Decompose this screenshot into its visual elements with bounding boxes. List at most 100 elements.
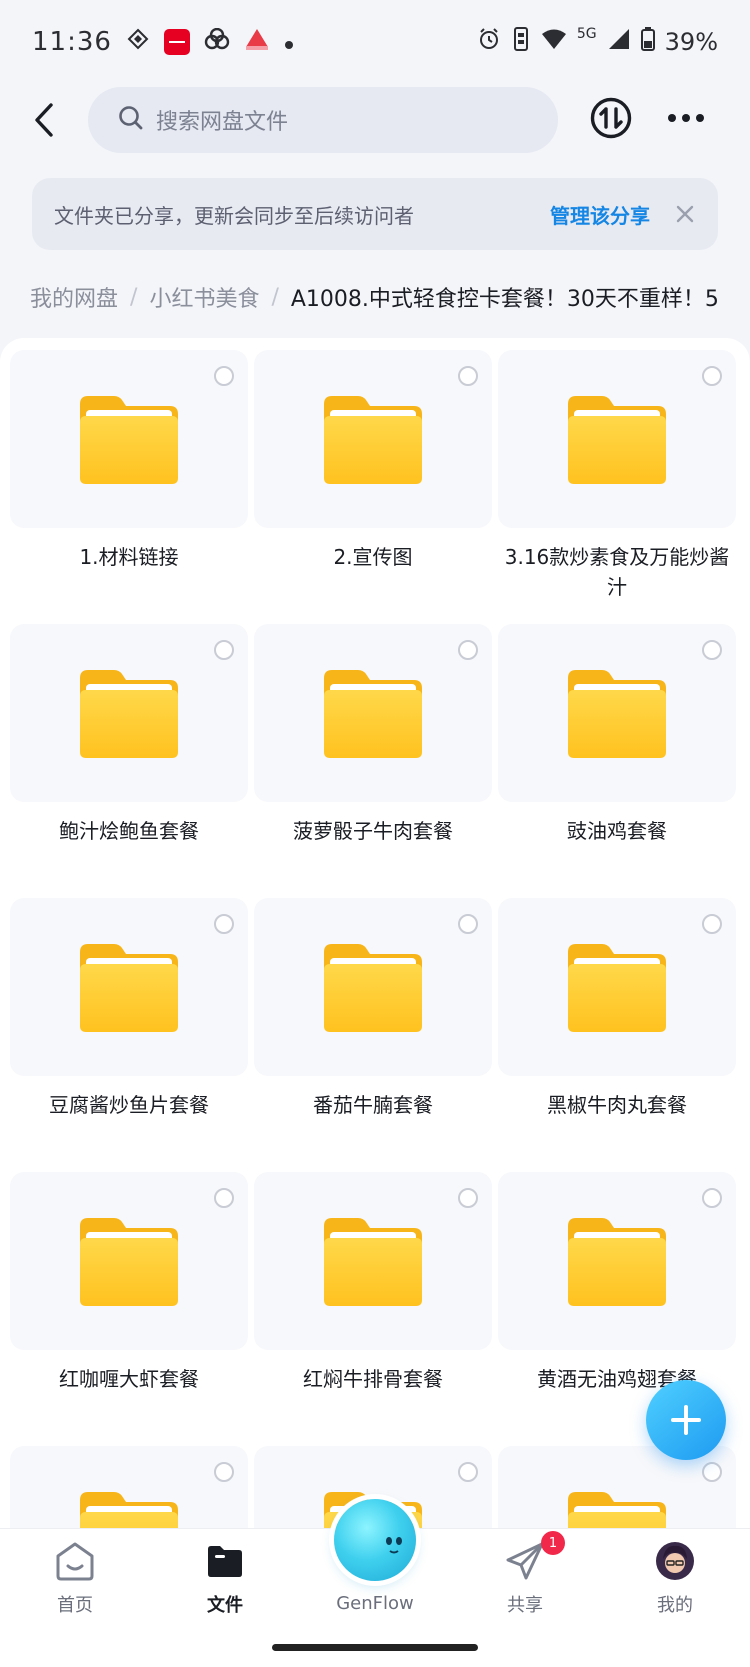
battery-icon (640, 27, 655, 57)
nav-files[interactable]: 文件 (165, 1539, 285, 1629)
share-banner: 文件夹已分享，更新会同步至后续访问者 管理该分享 (32, 178, 718, 250)
search-input[interactable]: 搜索网盘文件 (88, 87, 558, 153)
select-radio[interactable] (458, 914, 478, 934)
select-radio[interactable] (702, 1188, 722, 1208)
folder-icon (566, 942, 668, 1034)
select-radio[interactable] (458, 366, 478, 386)
share-banner-text: 文件夹已分享，更新会同步至后续访问者 (54, 203, 414, 228)
folder-tile[interactable] (498, 350, 736, 528)
genflow-orb[interactable] (334, 1499, 416, 1581)
folder-item[interactable]: 红焖牛排骨套餐 (254, 1172, 492, 1446)
nav-home[interactable]: 首页 (15, 1539, 135, 1629)
folder-icon (78, 394, 180, 486)
folder-icon (78, 668, 180, 760)
folder-item[interactable]: 1.材料链接 (10, 350, 248, 624)
folder-tile[interactable] (254, 350, 492, 528)
folder-tile[interactable] (498, 624, 736, 802)
folder-tile[interactable] (498, 1446, 736, 1528)
folder-icon (322, 1216, 424, 1308)
tiktok-icon (126, 27, 150, 57)
folder-tile[interactable] (10, 624, 248, 802)
folder-item[interactable]: 豆腐酱炒鱼片套餐 (10, 898, 248, 1172)
select-radio[interactable] (458, 640, 478, 660)
breadcrumb-current: A1008.中式轻食控卡套餐！30天不重样！5 (290, 287, 719, 312)
chevron-left-icon (35, 103, 53, 137)
select-radio[interactable] (702, 914, 722, 934)
folder-item[interactable]: 3.16款炒素食及万能炒酱汁 (498, 350, 736, 624)
folder-item[interactable] (10, 1446, 248, 1528)
folder-name: 豆腐酱炒鱼片套餐 (49, 1093, 209, 1117)
select-radio[interactable] (458, 1188, 478, 1208)
vibrate-icon (511, 26, 531, 58)
battery-percent: 39% (664, 28, 718, 56)
folder-item[interactable]: 2.宣传图 (254, 350, 492, 624)
folder-name: 红焖牛排骨套餐 (303, 1367, 443, 1391)
folder-tile[interactable] (498, 1172, 736, 1350)
folder-icon (78, 1216, 180, 1308)
game-app-icon (244, 27, 270, 57)
folder-item[interactable]: 菠萝骰子牛肉套餐 (254, 624, 492, 898)
folder-tile[interactable] (254, 624, 492, 802)
add-button[interactable] (646, 1380, 726, 1460)
folder-icon (322, 394, 424, 486)
header: 搜索网盘文件 (0, 84, 750, 156)
folder-item[interactable]: 红咖喱大虾套餐 (10, 1172, 248, 1446)
more-dot-icon (668, 114, 676, 122)
folder-item[interactable]: 鲍汁烩鲍鱼套餐 (10, 624, 248, 898)
select-radio[interactable] (214, 1462, 234, 1482)
folder-item[interactable]: 番茄牛腩套餐 (254, 898, 492, 1172)
folder-grid: 1.材料链接 2.宣传图 3.16款炒素食及万能炒酱汁鲍汁烩鲍鱼套餐 菠萝骰子牛肉套餐… (10, 350, 740, 1528)
more-dot-icon (682, 114, 690, 122)
breadcrumb: 我的网盘 / 小红书美食 / A1008.中式轻食控卡套餐！30天不重样！5 (30, 274, 750, 320)
manage-share-link[interactable]: 管理该分享 (550, 200, 650, 229)
select-radio[interactable] (214, 640, 234, 660)
nav-genflow[interactable]: GenFlow (315, 1593, 435, 1633)
folder-tile[interactable] (10, 1172, 248, 1350)
folder-item[interactable]: 黑椒牛肉丸套餐 (498, 898, 736, 1172)
notification-dot-icon (284, 28, 294, 56)
search-placeholder: 搜索网盘文件 (156, 110, 289, 135)
folder-tile[interactable] (254, 1172, 492, 1350)
select-radio[interactable] (702, 640, 722, 660)
nav-profile[interactable]: 我的 (615, 1539, 735, 1629)
folder-icon (78, 942, 180, 1034)
folder-tile[interactable] (254, 898, 492, 1076)
select-radio[interactable] (702, 1462, 722, 1482)
close-icon[interactable] (674, 203, 696, 225)
select-radio[interactable] (214, 1188, 234, 1208)
nav-share[interactable]: 1 共享 (465, 1531, 585, 1629)
folder-name: 1.材料链接 (79, 545, 179, 569)
breadcrumb-item[interactable]: 我的网盘 (30, 281, 118, 313)
folder-icon (566, 1490, 668, 1528)
back-button[interactable] (22, 98, 66, 142)
folder-name: 黑椒牛肉丸套餐 (547, 1093, 687, 1117)
folder-icon (566, 668, 668, 760)
plus-icon (671, 1405, 701, 1435)
folder-icon (322, 668, 424, 760)
home-icon (53, 1539, 97, 1583)
share-plane-icon: 1 (503, 1531, 565, 1583)
avatar (653, 1539, 697, 1583)
folder-name: 3.16款炒素食及万能炒酱汁 (504, 545, 730, 599)
select-radio[interactable] (702, 366, 722, 386)
folder-name: 豉油鸡套餐 (567, 819, 667, 843)
signal-icon (607, 28, 631, 56)
folder-tile[interactable] (10, 350, 248, 528)
search-icon (118, 105, 144, 135)
select-radio[interactable] (214, 914, 234, 934)
select-radio[interactable] (214, 366, 234, 386)
folder-name: 菠萝骰子牛肉套餐 (293, 819, 453, 843)
folder-name: 鲍汁烩鲍鱼套餐 (59, 819, 199, 843)
transfer-button[interactable] (589, 96, 633, 140)
folder-name: 红咖喱大虾套餐 (59, 1367, 199, 1391)
folder-tile[interactable] (10, 1446, 248, 1528)
folder-item[interactable]: 豉油鸡套餐 (498, 624, 736, 898)
folder-tile[interactable] (10, 898, 248, 1076)
more-menu-button[interactable] (662, 96, 710, 140)
breadcrumb-item[interactable]: 小红书美食 (149, 281, 259, 313)
folder-icon (566, 1216, 668, 1308)
folder-tile[interactable] (498, 898, 736, 1076)
folder-item[interactable] (498, 1446, 736, 1528)
select-radio[interactable] (458, 1462, 478, 1482)
file-list: 1.材料链接 2.宣传图 3.16款炒素食及万能炒酱汁鲍汁烩鲍鱼套餐 菠萝骰子牛肉套餐… (0, 338, 750, 1528)
